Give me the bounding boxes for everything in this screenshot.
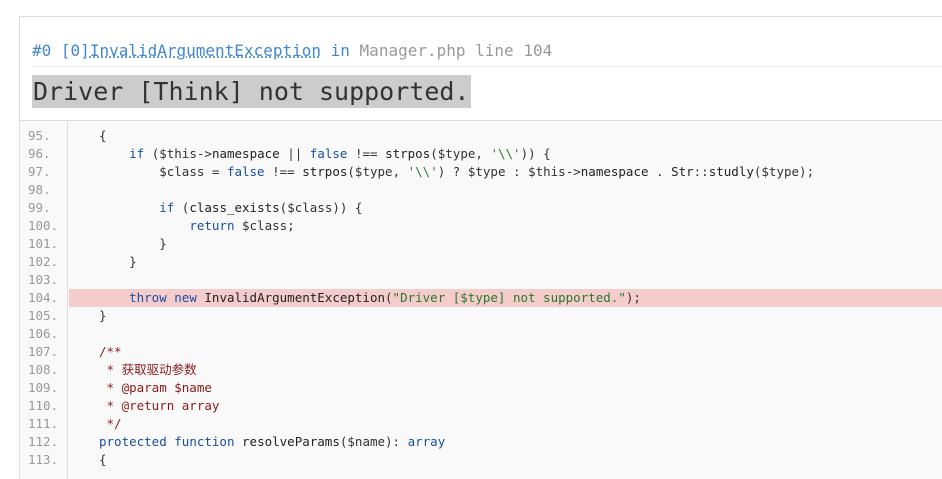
trace-header: #0 [0]InvalidArgumentException in Manage… bbox=[32, 41, 552, 61]
source-line: 105.} bbox=[20, 307, 942, 325]
line-number: 103. bbox=[28, 272, 59, 287]
trace-index: #0 bbox=[32, 41, 52, 60]
line-code: return $class; bbox=[189, 218, 295, 233]
line-code: * @return array bbox=[99, 398, 220, 413]
source-line: 101. } bbox=[20, 235, 942, 253]
line-number: 112. bbox=[28, 434, 59, 449]
line-number: 107. bbox=[28, 344, 59, 359]
line-number: 105. bbox=[28, 308, 59, 323]
source-line: 100. return $class; bbox=[20, 217, 942, 235]
line-number: 101. bbox=[28, 236, 59, 251]
source-line: 95. { bbox=[20, 127, 942, 145]
source-line: 112. protected function resolveParams($na… bbox=[20, 433, 942, 451]
line-code: { bbox=[99, 452, 107, 467]
line-number: 100. bbox=[28, 218, 59, 233]
source-line: 103. bbox=[20, 271, 942, 289]
source-line: 106. bbox=[20, 325, 942, 343]
exception-message: Driver [Think] not supported. bbox=[32, 75, 471, 108]
line-code: /** bbox=[99, 344, 122, 359]
trace-type-prefix: [0] bbox=[60, 41, 90, 60]
line-code: } bbox=[99, 254, 137, 269]
line-number: 97. bbox=[28, 164, 51, 179]
exception-class-link[interactable]: InvalidArgumentException bbox=[90, 41, 321, 60]
line-code: } bbox=[99, 308, 107, 323]
line-number: 108. bbox=[28, 362, 59, 377]
source-line: 109. * @param $name bbox=[20, 379, 942, 397]
line-number: 109. bbox=[28, 380, 59, 395]
line-number: 98. bbox=[28, 182, 51, 197]
source-line: 98. bbox=[20, 181, 942, 199]
source-line: 111. */ bbox=[20, 415, 942, 433]
line-number: 96. bbox=[28, 146, 51, 161]
trace-file[interactable]: Manager.php bbox=[360, 41, 466, 60]
line-code: if ($this->namespace || false !== strpos… bbox=[129, 146, 551, 161]
line-number: 99. bbox=[28, 200, 51, 215]
source-line: 108. * 获取驱动参数 bbox=[20, 361, 942, 379]
line-code: $class = false !== strpos($type, '\\') ?… bbox=[159, 164, 815, 179]
source-line-highlighted: 104. throw new InvalidArgumentException(… bbox=[20, 289, 942, 307]
line-number: 106. bbox=[28, 326, 59, 341]
exception-panel: #0 [0]InvalidArgumentException in Manage… bbox=[19, 16, 942, 479]
line-code: * @param $name bbox=[99, 380, 212, 395]
trace-in-word: in bbox=[330, 41, 350, 60]
line-code: */ bbox=[99, 416, 122, 431]
line-code: protected function resolveParams($name):… bbox=[99, 434, 446, 449]
line-number: 111. bbox=[28, 416, 59, 431]
source-line: 96. if ($this->namespace || false !== st… bbox=[20, 145, 942, 163]
line-code: * 获取驱动参数 bbox=[99, 362, 197, 377]
source-line: 102. } bbox=[20, 253, 942, 271]
header-divider bbox=[32, 66, 942, 67]
trace-line-label: line 104 bbox=[475, 41, 553, 60]
source-line: 99. if (class_exists($class)) { bbox=[20, 199, 942, 217]
exception-info: #0 [0]InvalidArgumentException in Manage… bbox=[20, 17, 942, 121]
source-code-viewer[interactable]: 95. {96. if ($this->namespace || false !=… bbox=[20, 121, 942, 479]
source-line: 107. /** bbox=[20, 343, 942, 361]
line-number: 102. bbox=[28, 254, 59, 269]
line-number: 104. bbox=[28, 290, 59, 305]
line-number: 95. bbox=[28, 128, 51, 143]
source-line: 110. * @return array bbox=[20, 397, 942, 415]
line-code: if (class_exists($class)) { bbox=[159, 200, 363, 215]
line-code: { bbox=[99, 128, 107, 143]
line-number: 113. bbox=[28, 452, 59, 467]
line-code: throw new InvalidArgumentException("Driv… bbox=[129, 290, 641, 305]
line-code: } bbox=[99, 236, 167, 251]
line-number: 110. bbox=[28, 398, 59, 413]
source-line: 97. $class = false !== strpos($type, '\\… bbox=[20, 163, 942, 181]
source-line: 113. { bbox=[20, 451, 942, 469]
